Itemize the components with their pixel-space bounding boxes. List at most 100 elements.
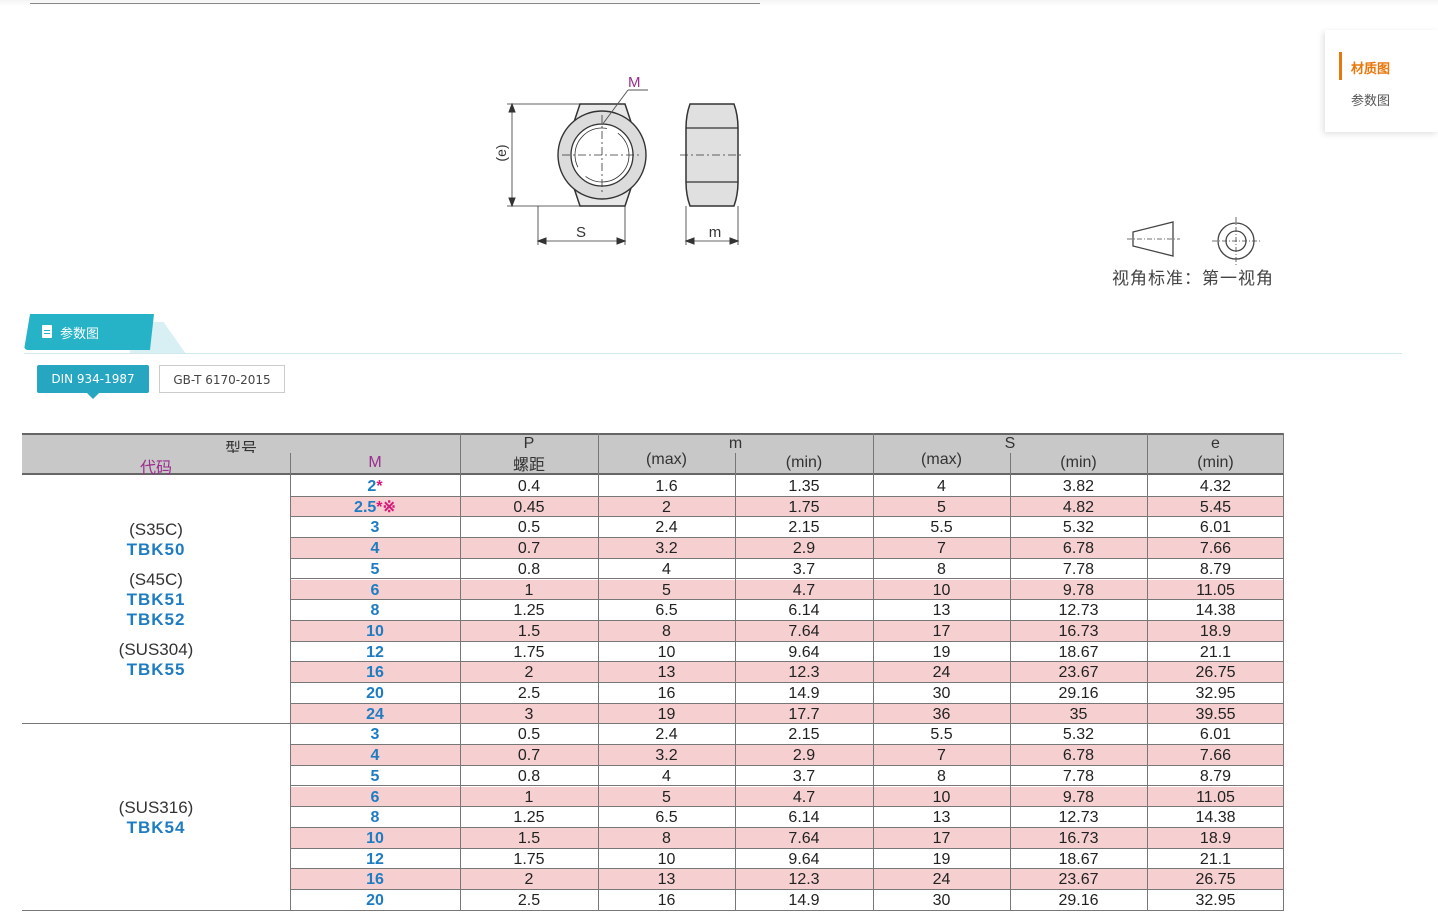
table-header-row-1: 型号 P m S e xyxy=(22,433,1284,458)
document-icon xyxy=(42,325,52,338)
cell-S-min: 5.32 xyxy=(1062,519,1095,537)
cell-M-value: 10 xyxy=(366,622,384,640)
cell-m-min: 4.7 xyxy=(792,788,816,806)
cell-e-min: 7.66 xyxy=(1199,747,1232,765)
top-divider xyxy=(30,3,760,4)
cell-M: 8 xyxy=(290,808,460,827)
cell-P: 1.75 xyxy=(513,850,545,868)
cell-S-min: 4.82 xyxy=(1062,498,1095,516)
cell-m-min: 2.9 xyxy=(792,540,816,558)
cell-S-max: 10 xyxy=(932,788,951,806)
cell-m-max: 2.4 xyxy=(655,519,678,537)
cell-e-min: 8.79 xyxy=(1199,560,1232,578)
cell-m-max: 10 xyxy=(657,850,676,868)
cell-e-min: 39.55 xyxy=(1195,705,1236,723)
cell-M-value: 8 xyxy=(370,602,380,620)
cell-M: 10 xyxy=(290,829,460,848)
cell-m-max: 6.5 xyxy=(655,809,678,827)
material-label: (S35C) xyxy=(129,520,183,540)
cell-S-min: 9.78 xyxy=(1062,581,1095,599)
cell-M-value: 20 xyxy=(366,685,384,702)
table-row: 16 2 13 12.3 24 23.67 26.75 xyxy=(290,869,1284,890)
cell-e-min: 18.9 xyxy=(1199,829,1232,847)
tab-din-934-1987[interactable]: DIN 934-1987 xyxy=(37,365,149,399)
label-S: S xyxy=(576,224,586,241)
cell-M-value: 6 xyxy=(370,788,380,806)
cell-M: 5 xyxy=(290,560,460,579)
label-M: M xyxy=(628,74,641,91)
tab-gb-t-6170-2015[interactable]: GB-T 6170-2015 xyxy=(159,365,285,393)
table-row: 5 0.8 4 3.7 8 7.78 8.79 xyxy=(290,766,1284,787)
cell-M: 2* xyxy=(290,477,460,496)
group-divider xyxy=(22,723,290,725)
cell-S-min: 18.67 xyxy=(1058,850,1099,868)
cell-P: 0.5 xyxy=(517,726,541,744)
cell-e-min: 11.05 xyxy=(1196,788,1235,806)
cell-S-min: 29.16 xyxy=(1058,892,1099,909)
nav-item-parameters[interactable]: 参数图 xyxy=(1351,90,1390,109)
product-code[interactable]: TBK52 xyxy=(22,610,290,630)
cell-M-value: 4 xyxy=(370,747,380,765)
table-row: 20 2.5 16 14.9 30 29.16 32.95 xyxy=(290,890,1284,911)
header-m-min: (min) xyxy=(785,454,823,471)
cell-M: 20 xyxy=(290,684,460,703)
table-row: 6 1 5 4.7 10 9.78 11.05 xyxy=(290,786,1284,808)
cell-m-min: 1.75 xyxy=(788,498,820,516)
cell-m-max: 3.2 xyxy=(655,747,678,765)
cell-M: 3 xyxy=(290,518,460,537)
cell-m-max: 19 xyxy=(657,705,676,723)
header-pitch: 螺距 xyxy=(512,457,545,474)
cell-m-min: 7.64 xyxy=(788,829,820,847)
cell-m-max: 13 xyxy=(657,871,676,889)
cell-M-value: 20 xyxy=(366,892,384,909)
table-row: 6 1 5 4.7 10 9.78 11.05 xyxy=(290,579,1284,601)
material-label: (SUS316) xyxy=(118,797,194,817)
cell-m-min: 1.35 xyxy=(788,478,820,495)
cell-S-min: 7.78 xyxy=(1062,560,1095,578)
cell-e-min: 4.32 xyxy=(1199,478,1232,495)
cell-e-min: 26.75 xyxy=(1195,871,1236,889)
table-row: 20 2.5 16 14.9 30 29.16 32.95 xyxy=(290,683,1284,704)
material-label: (S45C) xyxy=(129,570,183,590)
cell-S-max: 36 xyxy=(932,705,951,723)
product-code[interactable]: TBK55 xyxy=(22,660,290,680)
product-code[interactable]: TBK51 xyxy=(22,590,290,610)
cell-m-max: 4 xyxy=(662,560,671,578)
cell-e-min: 11.05 xyxy=(1196,581,1235,599)
cell-P: 0.8 xyxy=(517,767,541,785)
table-row: 12 1.75 10 9.64 19 18.67 21.1 xyxy=(290,642,1284,663)
cell-m-max: 16 xyxy=(657,892,676,909)
cell-S-max: 5 xyxy=(937,498,946,516)
cell-M-value: 16 xyxy=(366,871,384,889)
cell-P: 3 xyxy=(524,705,534,723)
cell-P: 0.7 xyxy=(517,747,541,765)
cell-m-max: 4 xyxy=(662,767,671,785)
cell-P: 2 xyxy=(524,871,534,889)
cell-P: 1 xyxy=(524,788,534,806)
cell-S-min: 35 xyxy=(1069,705,1088,723)
header-S-min: (min) xyxy=(1060,454,1097,471)
cell-S-min: 29.16 xyxy=(1058,685,1099,702)
cell-M: 12 xyxy=(290,850,460,869)
cell-m-min: 4.7 xyxy=(792,581,816,599)
cell-S-min: 23.67 xyxy=(1058,664,1099,682)
cell-S-max: 13 xyxy=(932,809,951,827)
nav-item-material[interactable]: 材质图 xyxy=(1351,58,1390,77)
cell-M-value: 5 xyxy=(370,767,380,785)
table-row: 12 1.75 10 9.64 19 18.67 21.1 xyxy=(290,849,1284,870)
cell-m-max: 16 xyxy=(657,685,676,702)
cell-P: 0.7 xyxy=(517,540,541,558)
cell-M-value: 2.5 xyxy=(354,498,377,516)
cell-M-mark: * xyxy=(376,478,383,495)
cell-m-max: 5 xyxy=(662,788,671,806)
cell-P: 0.45 xyxy=(513,498,545,516)
cell-S-max: 13 xyxy=(932,602,951,620)
product-code[interactable]: TBK54 xyxy=(22,818,290,838)
cell-e-min: 18.9 xyxy=(1199,622,1232,640)
product-code[interactable]: TBK50 xyxy=(22,540,290,560)
label-e: (e) xyxy=(493,144,509,161)
cell-m-max: 5 xyxy=(662,581,671,599)
cell-S-max: 17 xyxy=(932,829,951,847)
cell-M-value: 10 xyxy=(366,829,384,847)
cell-M-mark: *※ xyxy=(376,498,396,516)
